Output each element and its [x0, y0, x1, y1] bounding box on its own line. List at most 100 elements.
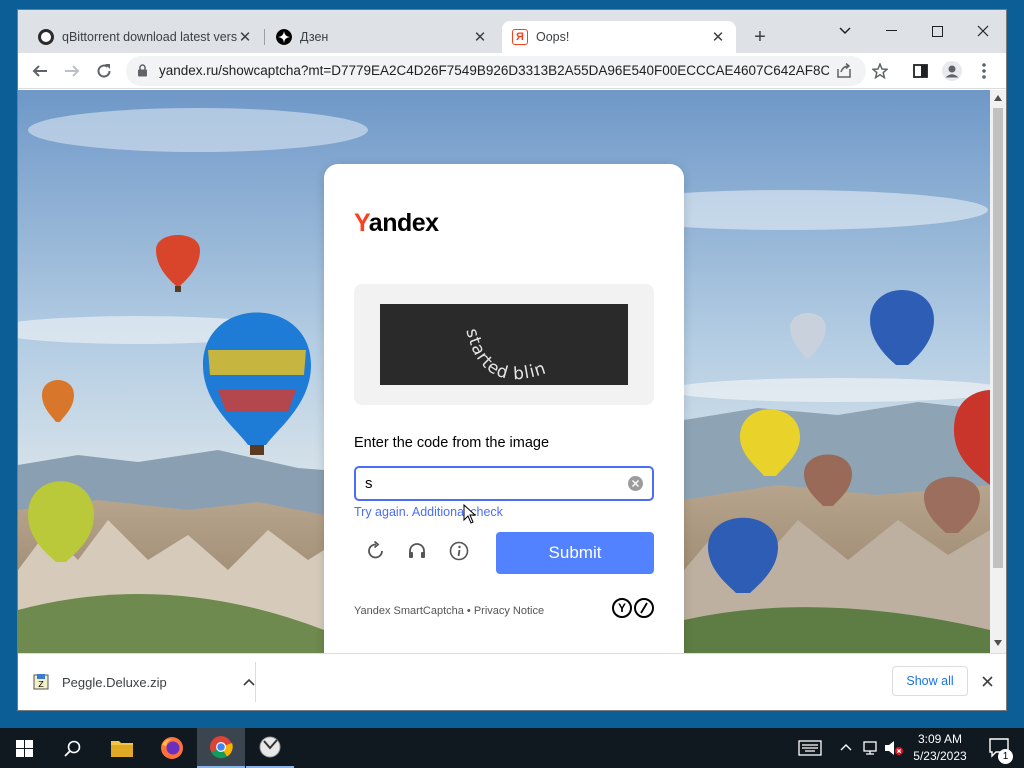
close-icon — [981, 675, 993, 687]
zip-file-icon: Z — [33, 674, 49, 690]
tab-search-button[interactable] — [822, 16, 868, 46]
folder-icon — [111, 741, 133, 757]
side-panel-icon — [912, 64, 928, 78]
tab-qbittorrent[interactable]: qBittorrent download latest versi ✕ — [28, 21, 263, 53]
share-icon[interactable] — [836, 63, 852, 79]
dzen-favicon-icon — [276, 29, 292, 45]
download-bar: Z Peggle.Deluxe.zip Show all — [18, 653, 1006, 710]
profile-button[interactable] — [938, 57, 966, 85]
yandex-favicon-icon: Я — [512, 29, 528, 45]
tab-oops[interactable]: Я Oops! ✕ — [502, 21, 736, 53]
minimize-icon — [885, 30, 897, 31]
page-viewport: Yandex started blink Enter the code from… — [18, 90, 1006, 653]
chevron-up-icon[interactable] — [243, 678, 255, 686]
star-icon — [872, 63, 888, 79]
firefox-icon — [161, 737, 183, 759]
windows-taskbar: 3:09 AM 5/23/2023 1 — [0, 728, 1024, 768]
captcha-footer[interactable]: Yandex SmartCaptcha • Privacy Notice — [354, 605, 544, 617]
start-button[interactable] — [0, 728, 48, 768]
windows-logo-icon — [15, 739, 33, 757]
browser-toolbar: yandex.ru/showcaptcha?mt=D7779EA2C4D26F7… — [18, 53, 1006, 89]
scrollbar-thumb[interactable] — [993, 108, 1003, 568]
lock-icon — [138, 64, 147, 77]
audio-captcha-button[interactable] — [405, 539, 429, 563]
captcha-error-message: Try again. Additional check — [354, 505, 503, 519]
show-all-downloads-button[interactable]: Show all — [892, 666, 968, 696]
captcha-image-box: started blink — [354, 284, 654, 405]
maximize-icon — [931, 25, 943, 37]
refresh-captcha-button[interactable] — [364, 539, 388, 563]
chevron-up-icon[interactable] — [840, 743, 852, 751]
new-tab-button[interactable]: + — [748, 25, 772, 49]
download-item[interactable]: Z Peggle.Deluxe.zip — [32, 664, 255, 700]
address-bar[interactable]: yandex.ru/showcaptcha?mt=D7779EA2C4D26F7… — [126, 56, 866, 86]
forward-button[interactable] — [58, 57, 86, 85]
bookmark-button[interactable] — [866, 57, 894, 85]
captcha-card: Yandex started blink Enter the code from… — [324, 164, 684, 653]
refresh-icon — [368, 541, 383, 559]
chrome-icon — [210, 736, 233, 759]
clear-icon — [632, 480, 639, 487]
smartcaptcha-mark-icon — [634, 598, 654, 618]
yandex-y-logo-icon: Y — [612, 598, 632, 618]
taskbar-app[interactable] — [246, 728, 294, 768]
minimize-button[interactable] — [868, 16, 914, 46]
captcha-prompt: Enter the code from the image — [354, 435, 550, 451]
taskbar-search-button[interactable] — [48, 728, 96, 768]
browser-window: qBittorrent download latest versi ✕ Дзен… — [18, 10, 1006, 710]
submit-button[interactable]: Submit — [496, 532, 654, 574]
taskbar-file-explorer[interactable] — [98, 728, 146, 768]
yandex-logo: Yandex — [354, 209, 439, 237]
tab-title: Oops! — [536, 30, 570, 44]
notification-badge: 1 — [998, 749, 1013, 764]
qbittorrent-favicon-icon — [38, 29, 54, 45]
url-text: yandex.ru/showcaptcha?mt=D7779EA2C4D26F7… — [159, 63, 829, 78]
info-button[interactable] — [447, 539, 471, 563]
tab-separator — [264, 29, 265, 45]
close-window-button[interactable] — [960, 16, 1006, 46]
back-button[interactable] — [26, 57, 54, 85]
scroll-down-arrow-icon[interactable] — [994, 640, 1002, 646]
tab-close-icon[interactable]: ✕ — [472, 29, 488, 46]
network-icon[interactable] — [862, 740, 880, 756]
smartcaptcha-logo: Y — [612, 598, 654, 618]
forward-arrow-icon — [65, 65, 80, 77]
menu-button[interactable] — [970, 57, 998, 85]
tab-dzen[interactable]: Дзен ✕ — [266, 21, 498, 53]
maximize-button[interactable] — [914, 16, 960, 46]
tab-title: Дзен — [300, 30, 329, 44]
keyboard-icon[interactable] — [798, 740, 822, 756]
side-panel-button[interactable] — [906, 57, 934, 85]
clock-date: 5/23/2023 — [913, 749, 967, 763]
mouse-pointer-icon — [463, 504, 477, 524]
tab-strip: qBittorrent download latest versi ✕ Дзен… — [18, 10, 1006, 53]
close-download-bar-button[interactable] — [976, 670, 998, 692]
kebab-menu-icon — [982, 63, 986, 79]
notification-center-button[interactable]: 1 — [976, 728, 1024, 768]
tab-close-icon[interactable]: ✕ — [710, 29, 726, 46]
clock-time: 3:09 AM — [917, 732, 963, 746]
headphones-icon — [409, 543, 425, 558]
scroll-up-arrow-icon[interactable] — [994, 95, 1002, 101]
download-separator — [255, 662, 256, 702]
chevron-down-icon — [839, 27, 851, 35]
system-clock[interactable]: 3:09 AM 5/23/2023 — [908, 731, 972, 765]
clear-input-button[interactable] — [628, 476, 643, 491]
reload-button[interactable] — [90, 57, 118, 85]
desktop: qBittorrent download latest versi ✕ Дзен… — [0, 0, 1024, 768]
taskbar-firefox[interactable] — [148, 728, 196, 768]
close-icon — [977, 25, 989, 37]
tab-close-icon[interactable]: ✕ — [237, 29, 253, 46]
captcha-answer-input[interactable] — [354, 466, 654, 501]
info-icon — [449, 541, 469, 561]
tab-title: qBittorrent download latest versi — [62, 30, 237, 44]
search-icon — [63, 740, 80, 757]
volume-muted-icon[interactable] — [884, 740, 904, 756]
back-arrow-icon — [32, 65, 47, 77]
avatar-icon — [942, 61, 962, 81]
app-clock-icon — [259, 736, 281, 758]
reload-icon — [97, 64, 111, 78]
captcha-distorted-text: started blink — [380, 304, 549, 385]
download-file-name: Peggle.Deluxe.zip — [62, 674, 167, 690]
taskbar-chrome[interactable] — [197, 728, 245, 768]
